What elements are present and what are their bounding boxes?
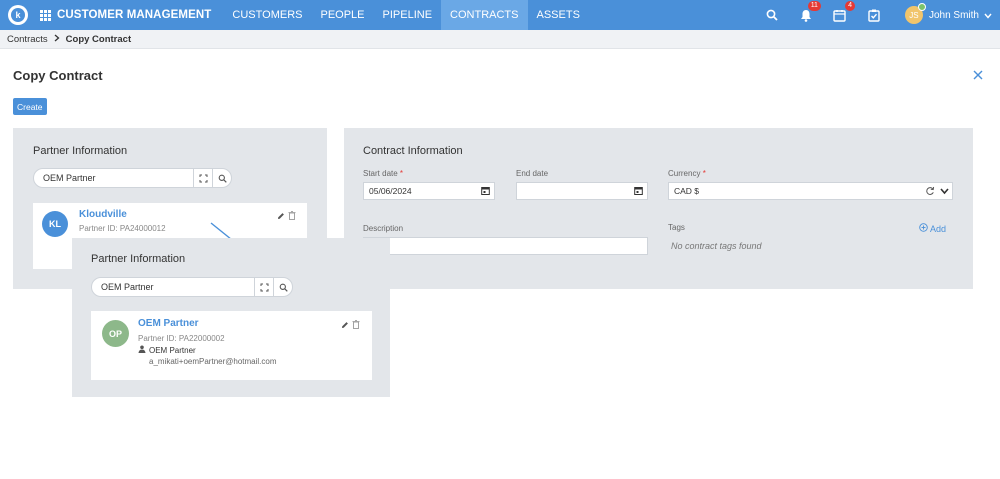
partner-search-input[interactable]: OEM Partner: [33, 168, 232, 188]
checklist-icon[interactable]: [866, 7, 882, 23]
end-date-label: End date: [516, 169, 549, 178]
partner-avatar: KL: [42, 211, 68, 237]
contract-panel-title: Contract Information: [363, 145, 463, 157]
calendar-icon[interactable]: [634, 186, 643, 197]
description-label: Description: [363, 224, 404, 233]
start-date-value: 05/06/2024: [369, 186, 412, 196]
page-title: Copy Contract: [13, 68, 103, 83]
grid-icon: [40, 9, 51, 21]
partner-panel-title: Partner Information: [33, 145, 128, 157]
expand-icon[interactable]: [254, 278, 273, 296]
person-icon: [138, 345, 146, 355]
currency-label: Currency *: [668, 169, 706, 178]
edit-icon[interactable]: [277, 209, 285, 223]
search-icon[interactable]: [764, 7, 780, 23]
user-avatar[interactable]: JS: [904, 3, 926, 24]
tasks-badge: 4: [845, 1, 855, 11]
logo-letter: k: [11, 8, 25, 22]
tags-empty-message: No contract tags found: [671, 241, 762, 251]
user-initials: JS: [909, 10, 919, 20]
start-date-input[interactable]: 05/06/2024: [363, 182, 495, 200]
zoom-search-value: OEM Partner: [101, 282, 154, 292]
nav-pipeline[interactable]: PIPELINE: [374, 0, 442, 30]
expand-icon[interactable]: [193, 169, 212, 187]
zoom-partner-card: OP OEM Partner Partner ID: PA22000002 OE…: [91, 311, 372, 380]
nav-people[interactable]: PEOPLE: [311, 0, 373, 30]
chevron-right-icon: [54, 34, 60, 44]
zoomed-partner-panel: Partner Information OEM Partner OP OEM P…: [72, 238, 390, 397]
edit-icon[interactable]: [341, 318, 349, 332]
nav-customers[interactable]: CUSTOMERS: [223, 0, 311, 30]
nav-assets[interactable]: ASSETS: [528, 0, 589, 30]
create-button[interactable]: Create: [13, 98, 47, 115]
zoom-partner-name-link[interactable]: OEM Partner: [138, 318, 199, 329]
plus-circle-icon: [919, 223, 928, 234]
chevron-down-icon[interactable]: [940, 187, 949, 197]
search-icon[interactable]: [212, 169, 231, 187]
calendar-icon[interactable]: [481, 186, 490, 197]
zoom-partner-search-input[interactable]: OEM Partner: [91, 277, 293, 297]
delete-icon[interactable]: [288, 209, 296, 223]
user-name[interactable]: John Smith: [929, 10, 979, 21]
app-logo[interactable]: k: [8, 5, 28, 25]
tags-label: Tags: [668, 223, 685, 232]
chevron-down-icon[interactable]: [984, 8, 992, 22]
calendar-icon[interactable]: 4: [832, 1, 855, 23]
zoom-partner-initials: OP: [108, 328, 122, 339]
zoom-partner-avatar: OP: [102, 320, 129, 347]
app-switcher[interactable]: CUSTOMER MANAGEMENT: [40, 9, 211, 21]
bell-icon[interactable]: 11: [798, 1, 821, 23]
notifications-badge: 11: [807, 1, 821, 11]
partner-search-value: OEM Partner: [43, 173, 96, 183]
contact-name: OEM Partner: [149, 345, 196, 355]
zoom-partner-id: Partner ID: PA22000002: [138, 334, 225, 343]
nav-contracts[interactable]: CONTRACTS: [441, 0, 528, 30]
zoom-panel-title: Partner Information: [91, 253, 186, 265]
refresh-icon[interactable]: [925, 186, 935, 198]
add-tag-label: Add: [930, 223, 947, 234]
contract-information-panel: Contract Information Start date * 05/06/…: [344, 128, 973, 289]
top-navbar: k CUSTOMER MANAGEMENT CUSTOMERS PEOPLE P…: [0, 0, 1000, 30]
breadcrumb-current: Copy Contract: [65, 33, 132, 45]
search-icon[interactable]: [273, 278, 292, 296]
app-title: CUSTOMER MANAGEMENT: [57, 9, 212, 21]
contact-row: OEM Partner: [138, 345, 196, 355]
partner-id: Partner ID: PA24000012: [79, 224, 166, 233]
end-date-input[interactable]: [516, 182, 648, 200]
partner-name-link[interactable]: Kloudville: [79, 209, 127, 220]
contact-email: a_mikati+oemPartner@hotmail.com: [149, 357, 277, 366]
partner-initials: KL: [49, 219, 61, 229]
breadcrumb: Contracts Copy Contract: [0, 30, 1000, 49]
currency-value: CAD $: [674, 186, 700, 196]
start-date-label: Start date *: [363, 169, 404, 178]
close-icon[interactable]: [973, 68, 983, 83]
add-tag-button[interactable]: Add: [919, 223, 946, 234]
currency-select[interactable]: CAD $: [668, 182, 953, 200]
online-status-icon: [917, 3, 926, 11]
breadcrumb-contracts[interactable]: Contracts: [7, 34, 48, 45]
description-input[interactable]: [363, 237, 648, 255]
delete-icon[interactable]: [352, 318, 360, 332]
